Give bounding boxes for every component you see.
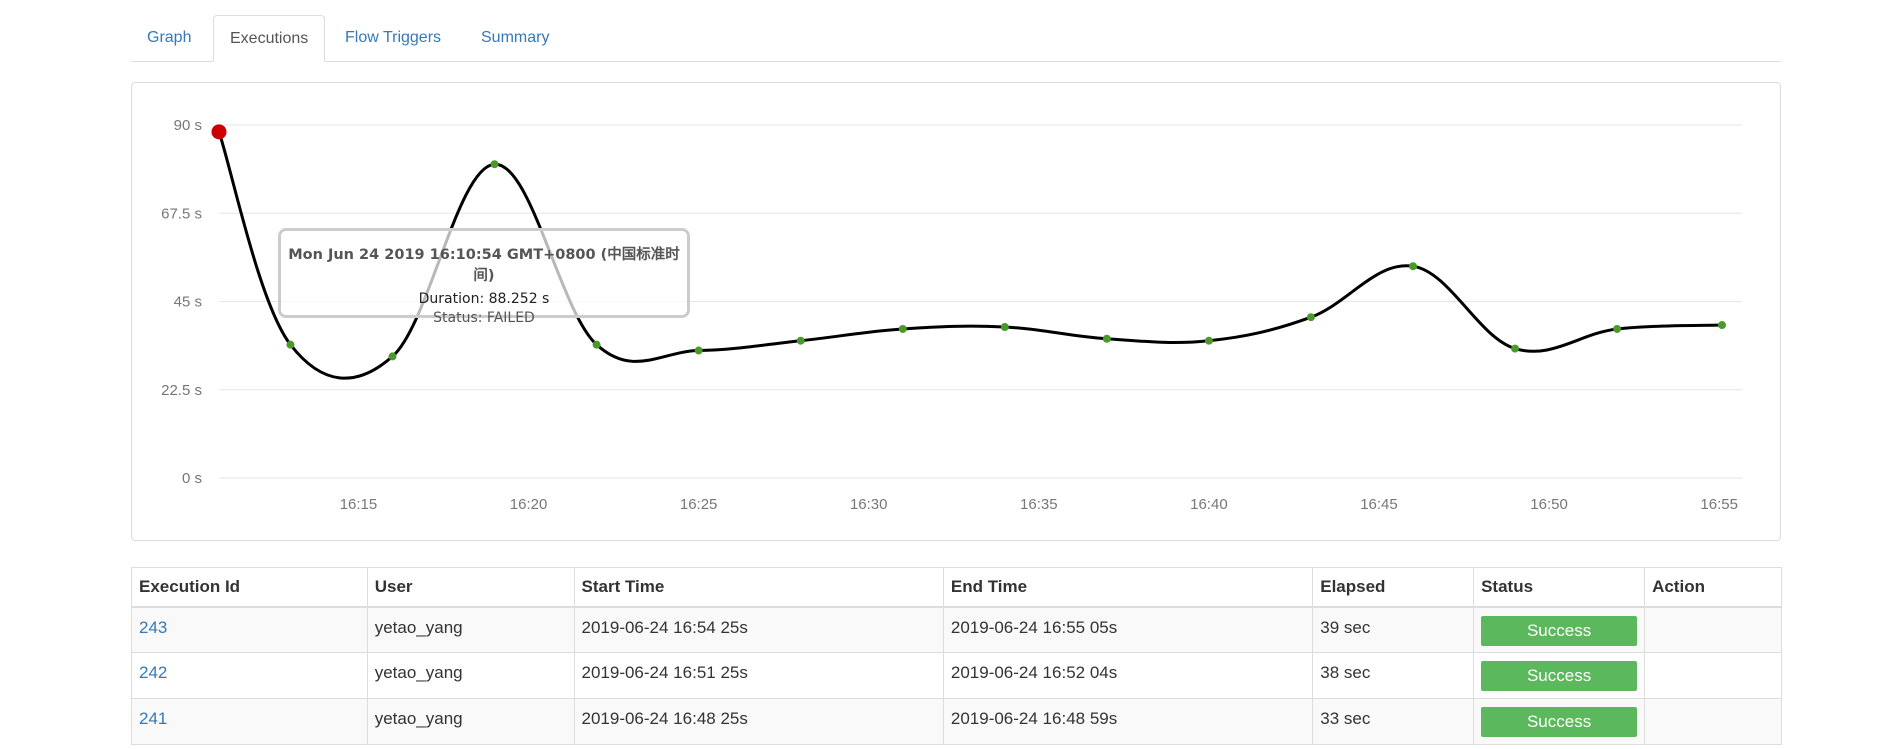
- x-tick-label: 16:30: [850, 496, 888, 513]
- data-point: [1613, 324, 1622, 333]
- col-header-end-time[interactable]: End Time: [942, 567, 1314, 608]
- data-point: [1718, 321, 1726, 330]
- data-point: [592, 340, 601, 349]
- elapsed-cell: 38 sec: [1312, 652, 1475, 699]
- table-row: 242 yetao_yang 2019-06-24 16:51 25s 2019…: [131, 652, 1782, 699]
- execution-id-cell: 243: [131, 606, 368, 653]
- data-point: [1306, 313, 1315, 322]
- data-point: [898, 324, 907, 333]
- end-time-cell: 2019-06-24 16:55 05s: [942, 606, 1314, 653]
- status-cell: Success: [1473, 606, 1646, 653]
- data-point: [1511, 344, 1520, 353]
- data-point: [1409, 262, 1418, 271]
- execution-id-link[interactable]: 241: [139, 709, 167, 728]
- table-row: 241 yetao_yang 2019-06-24 16:48 25s 2019…: [131, 698, 1782, 745]
- tooltip-duration: Duration: 88.252 s: [418, 291, 550, 307]
- data-point: [286, 340, 295, 349]
- user-cell: yetao_yang: [366, 606, 575, 653]
- user-cell: yetao_yang: [366, 698, 575, 745]
- end-time-cell: 2019-06-24 16:52 04s: [942, 652, 1314, 699]
- execution-id-link[interactable]: 242: [139, 663, 167, 682]
- status-cell: Success: [1473, 698, 1646, 745]
- data-point-failed: [211, 124, 227, 140]
- x-tick-label: 16:40: [1190, 496, 1228, 513]
- execution-time-chart-panel: 90 s 67.5 s 45 s 22.5 s 0 s 16:15 16:20 16:25 16…: [131, 82, 1781, 541]
- data-point: [1102, 334, 1111, 343]
- start-time-cell: 2019-06-24 16:54 25s: [573, 606, 944, 653]
- y-tick-label: 67.5 s: [161, 205, 202, 222]
- execution-id-cell: 241: [131, 698, 368, 745]
- tab-executions[interactable]: Executions: [213, 15, 326, 62]
- status-badge: Success: [1481, 707, 1638, 737]
- x-tick-label: 16:20: [510, 496, 548, 513]
- status-cell: Success: [1473, 652, 1646, 699]
- x-tick-label: 16:45: [1360, 496, 1398, 513]
- start-time-cell: 2019-06-24 16:48 25s: [573, 698, 944, 745]
- elapsed-cell: 39 sec: [1312, 606, 1475, 653]
- execution-id-link[interactable]: 243: [139, 618, 167, 637]
- x-tick-label: 16:15: [340, 496, 378, 513]
- user-cell: yetao_yang: [366, 652, 575, 699]
- executions-table: Execution Id User Start Time End Time El…: [131, 567, 1782, 745]
- tooltip-status: Status: FAILED: [433, 310, 535, 326]
- col-header-action[interactable]: Action: [1644, 567, 1782, 608]
- action-cell: [1644, 698, 1782, 745]
- col-header-status[interactable]: Status: [1473, 567, 1646, 608]
- col-header-elapsed[interactable]: Elapsed: [1312, 567, 1475, 608]
- data-point: [1000, 322, 1009, 331]
- flow-tabs: Graph Executions Flow Triggers Summary: [131, 15, 1781, 62]
- table-header-row: Execution Id User Start Time End Time El…: [131, 567, 1782, 608]
- tab-graph[interactable]: Graph: [131, 15, 207, 61]
- data-point: [388, 352, 397, 361]
- elapsed-cell: 33 sec: [1312, 698, 1475, 745]
- data-point: [694, 346, 703, 355]
- y-tick-label: 90 s: [174, 117, 202, 134]
- status-badge: Success: [1481, 615, 1638, 646]
- action-cell: [1644, 606, 1782, 653]
- table-row: 243 yetao_yang 2019-06-24 16:54 25s 2019…: [131, 606, 1782, 653]
- x-tick-label: 16:25: [680, 496, 718, 513]
- col-header-execution-id[interactable]: Execution Id: [131, 567, 368, 608]
- col-header-user[interactable]: User: [366, 567, 575, 608]
- execution-id-cell: 242: [131, 652, 368, 699]
- chart-tooltip: Mon Jun 24 2019 16:10:54 GMT+0800 (中国标准时…: [278, 228, 690, 326]
- end-time-cell: 2019-06-24 16:48 59s: [942, 698, 1314, 745]
- tab-summary[interactable]: Summary: [465, 15, 565, 61]
- status-badge: Success: [1481, 661, 1638, 691]
- flow-page: Graph Executions Flow Triggers Summary 9…: [0, 0, 1902, 749]
- y-tick-label: 45 s: [174, 294, 202, 311]
- y-tick-label: 22.5 s: [161, 382, 202, 399]
- x-tick-label: 16:55: [1700, 496, 1738, 513]
- data-point: [490, 160, 499, 169]
- tab-flow-triggers[interactable]: Flow Triggers: [329, 15, 457, 61]
- x-tick-label: 16:50: [1530, 496, 1568, 513]
- action-cell: [1644, 652, 1782, 699]
- x-tick-label: 16:35: [1020, 496, 1058, 513]
- data-point: [1204, 336, 1213, 345]
- tooltip-title: Mon Jun 24 2019 16:10:54 GMT+0800 (中国标准时…: [288, 247, 680, 284]
- start-time-cell: 2019-06-24 16:51 25s: [573, 652, 944, 699]
- data-point: [796, 336, 805, 345]
- y-tick-label: 0 s: [182, 470, 202, 487]
- col-header-start-time[interactable]: Start Time: [573, 567, 944, 608]
